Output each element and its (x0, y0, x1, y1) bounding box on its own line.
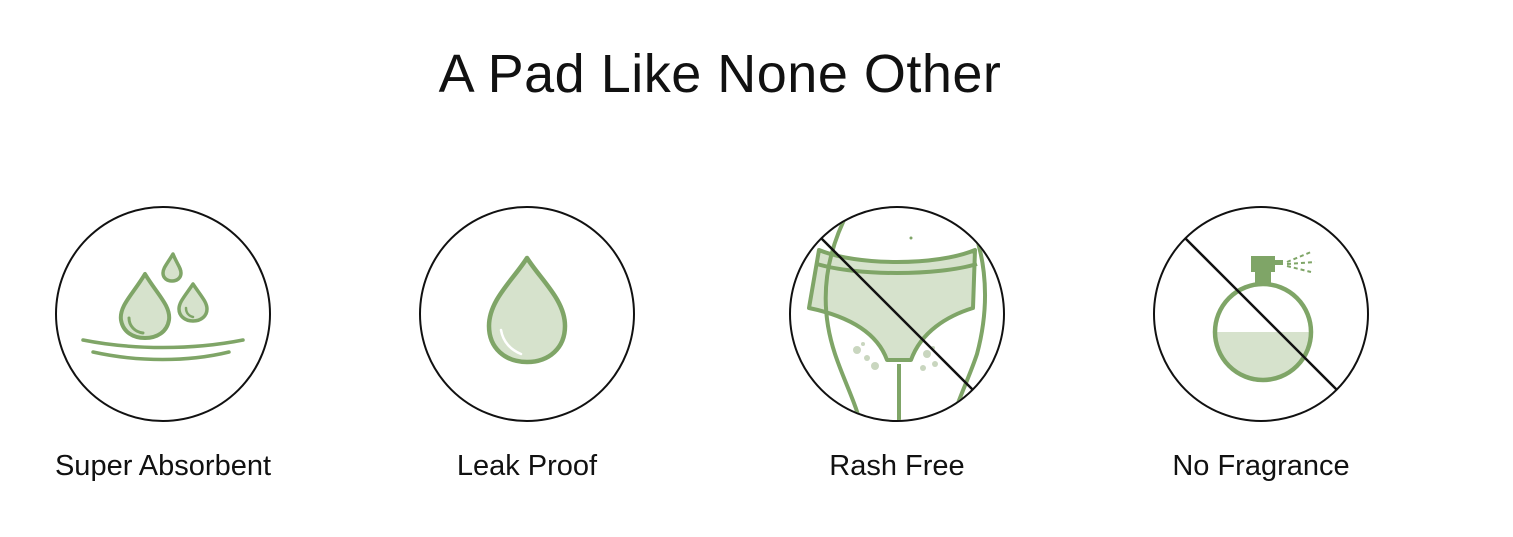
feature-super-absorbent: Super Absorbent (33, 204, 293, 484)
page-title: A Pad Like None Other (438, 44, 1002, 104)
single-drop-icon (419, 206, 635, 422)
no-rash-icon (789, 206, 1005, 422)
feature-no-fragrance: No Fragrance (1131, 204, 1391, 484)
feature-label: Leak Proof (456, 450, 598, 482)
feature-label: Super Absorbent (54, 450, 272, 482)
water-drops-icon (55, 206, 271, 422)
feature-rash-free: Rash Free (767, 204, 1027, 484)
feature-leak-proof: Leak Proof (397, 204, 657, 484)
feature-label: No Fragrance (1172, 450, 1350, 482)
no-fragrance-icon (1153, 206, 1369, 422)
feature-label: Rash Free (829, 450, 965, 482)
